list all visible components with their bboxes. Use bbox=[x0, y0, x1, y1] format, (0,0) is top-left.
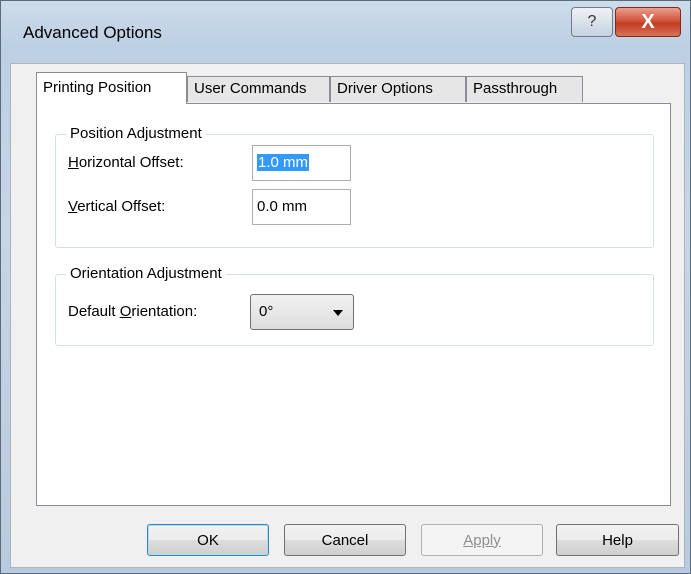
help-button[interactable]: Help bbox=[556, 524, 679, 556]
help-label: Help bbox=[602, 531, 633, 549]
close-button[interactable]: X bbox=[615, 7, 681, 37]
default-orientation-label: Default Orientation: bbox=[68, 303, 198, 320]
tab-driver-options[interactable]: Driver Options bbox=[330, 76, 466, 102]
vertical-offset-input[interactable]: 0.0 mm bbox=[252, 189, 351, 225]
dialog-window: Advanced Options ? X Printing Position U… bbox=[0, 0, 691, 574]
tab-label: User Commands bbox=[194, 80, 307, 97]
orientation-adjustment-group: Orientation Adjustment Default Orientati… bbox=[55, 265, 654, 346]
dialog-client-area: Printing Position User Commands Driver O… bbox=[10, 63, 685, 568]
default-orientation-select[interactable]: 0° bbox=[250, 294, 354, 330]
question-icon: ? bbox=[587, 13, 597, 30]
help-title-button[interactable]: ? bbox=[571, 7, 613, 37]
ok-button[interactable]: OK bbox=[147, 524, 269, 556]
horizontal-offset-label: Horizontal Offset: bbox=[68, 154, 184, 171]
group-title: Orientation Adjustment bbox=[66, 265, 226, 282]
vertical-offset-label: Vertical Offset: bbox=[68, 198, 166, 215]
ok-label: OK bbox=[197, 531, 219, 549]
apply-label: Apply bbox=[463, 531, 501, 549]
close-icon: X bbox=[641, 10, 655, 33]
tab-label: Printing Position bbox=[43, 79, 152, 96]
title-bar[interactable]: Advanced Options ? X bbox=[1, 1, 690, 63]
orientation-value: 0° bbox=[259, 303, 274, 320]
tab-label: Driver Options bbox=[337, 80, 433, 97]
vertical-offset-value: 0.0 mm bbox=[257, 198, 308, 215]
horizontal-offset-value: 1.0 mm bbox=[257, 154, 310, 171]
tab-passthrough[interactable]: Passthrough bbox=[466, 76, 583, 102]
cancel-button[interactable]: Cancel bbox=[284, 524, 406, 556]
tab-user-commands[interactable]: User Commands bbox=[187, 76, 330, 102]
group-title: Position Adjustment bbox=[66, 125, 206, 142]
tab-label: Passthrough bbox=[473, 80, 558, 97]
tab-printing-position[interactable]: Printing Position bbox=[36, 72, 187, 104]
cancel-label: Cancel bbox=[321, 531, 369, 549]
apply-button[interactable]: Apply bbox=[421, 524, 543, 556]
window-title: Advanced Options bbox=[23, 23, 162, 42]
horizontal-offset-input[interactable]: 1.0 mm bbox=[252, 145, 351, 181]
printing-position-panel: Position Adjustment Horizontal Offset: 1… bbox=[36, 103, 671, 506]
chevron-down-icon bbox=[333, 310, 343, 316]
position-adjustment-group: Position Adjustment Horizontal Offset: 1… bbox=[55, 125, 654, 248]
